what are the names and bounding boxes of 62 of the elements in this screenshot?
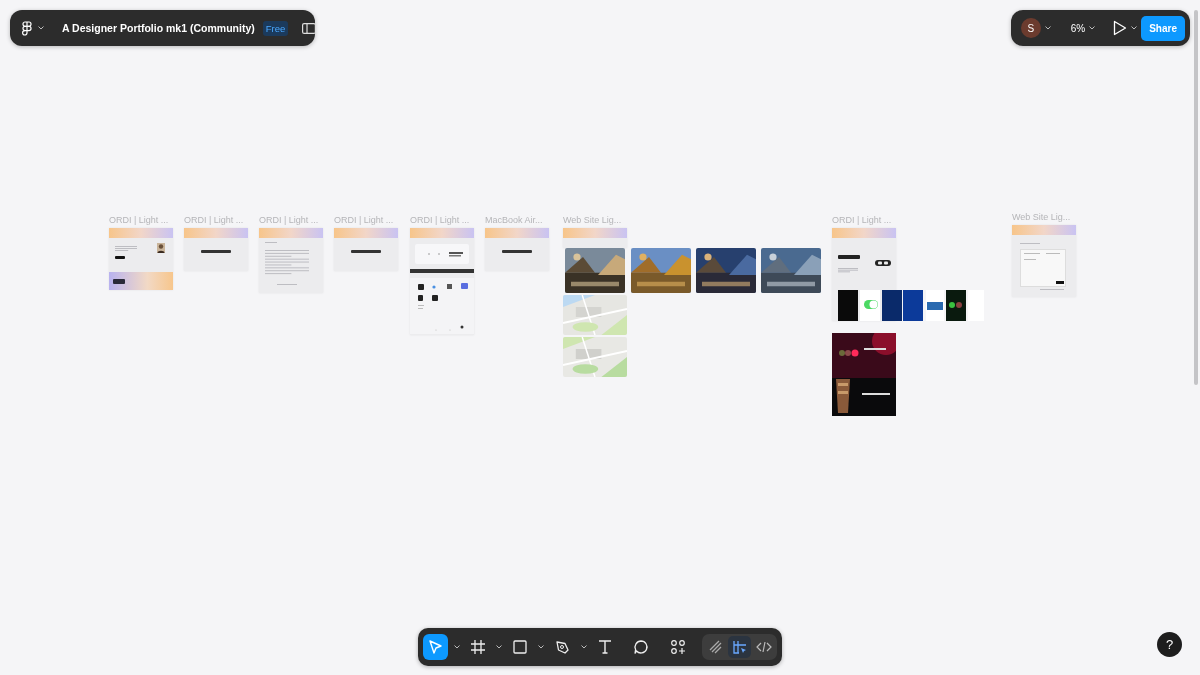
footer-line-drawing — [1040, 289, 1064, 291]
caret-icon[interactable] — [453, 645, 460, 649]
headset-drawing — [874, 258, 892, 268]
frame-thumbnail[interactable] — [1012, 225, 1076, 297]
card-drawing — [415, 244, 469, 264]
frame-thumbnail[interactable] — [259, 228, 323, 293]
help-button[interactable]: ? — [1157, 632, 1182, 657]
frame-thumbnail[interactable] — [410, 228, 474, 335]
text-lines-drawing — [115, 246, 137, 252]
user-avatar[interactable]: S — [1021, 18, 1041, 38]
frame-tool-icon — [468, 638, 487, 656]
heading-line-drawing — [838, 255, 860, 259]
heading-line-drawing — [1020, 243, 1040, 245]
zoom-level[interactable]: 6% — [1070, 22, 1086, 34]
frame-thumbnail[interactable] — [485, 228, 549, 271]
app-icons-drawing — [410, 278, 474, 334]
file-title: A Designer Portfolio mk1 (Community) — [62, 22, 255, 34]
gradient-banner — [832, 228, 896, 238]
plan-badge: Free — [262, 20, 289, 36]
frame-thumbnail[interactable] — [109, 228, 173, 290]
text-lines-drawing — [265, 250, 309, 276]
footer-line-drawing — [277, 284, 297, 286]
text-lines-drawing — [838, 268, 858, 273]
caret-icon[interactable] — [1089, 26, 1096, 30]
scrollbar[interactable] — [1194, 10, 1198, 385]
contact-form-drawing — [1020, 249, 1066, 287]
caret-icon[interactable] — [495, 645, 502, 649]
heading-line-drawing — [351, 250, 381, 253]
gradient-banner — [410, 228, 474, 238]
heading-line-drawing — [201, 250, 231, 253]
caret-icon[interactable] — [1044, 26, 1051, 30]
caret-icon[interactable] — [38, 26, 44, 30]
frame-thumbnail[interactable] — [334, 228, 398, 271]
sidebar-toggle-icon[interactable] — [302, 22, 317, 34]
frame-thumbnail[interactable] — [563, 228, 627, 248]
shapes-plus-icon — [668, 638, 687, 656]
button-drawing — [115, 256, 125, 259]
gradient-banner — [485, 228, 549, 238]
rectangle-tool-icon — [511, 638, 530, 656]
heading-line-drawing — [502, 250, 532, 253]
heading-line-drawing — [265, 242, 277, 244]
design-mode-icon — [730, 638, 749, 656]
caret-icon[interactable] — [1131, 26, 1138, 30]
gradient-banner — [259, 228, 323, 238]
gradient-banner — [1012, 225, 1076, 235]
portrait-figure — [157, 243, 165, 253]
logo-mark-drawing — [113, 278, 125, 284]
caret-icon[interactable] — [538, 645, 545, 649]
mode-button[interactable] — [728, 636, 751, 658]
heading-line-drawing — [410, 269, 474, 273]
frame-label[interactable]: MacBook Air... — [485, 215, 549, 225]
figma-menu-icon[interactable] — [22, 20, 32, 36]
caret-icon[interactable] — [580, 645, 587, 649]
gradient-banner — [109, 228, 173, 238]
frame-thumbnail[interactable] — [184, 228, 248, 271]
gradient-banner — [184, 228, 248, 238]
share-button[interactable]: Share — [1141, 15, 1185, 41]
gradient-banner — [563, 228, 627, 238]
play-icon[interactable] — [1113, 20, 1128, 36]
gradient-banner — [334, 228, 398, 238]
tool-button[interactable] — [423, 634, 448, 660]
comment-tool-icon — [632, 638, 651, 656]
